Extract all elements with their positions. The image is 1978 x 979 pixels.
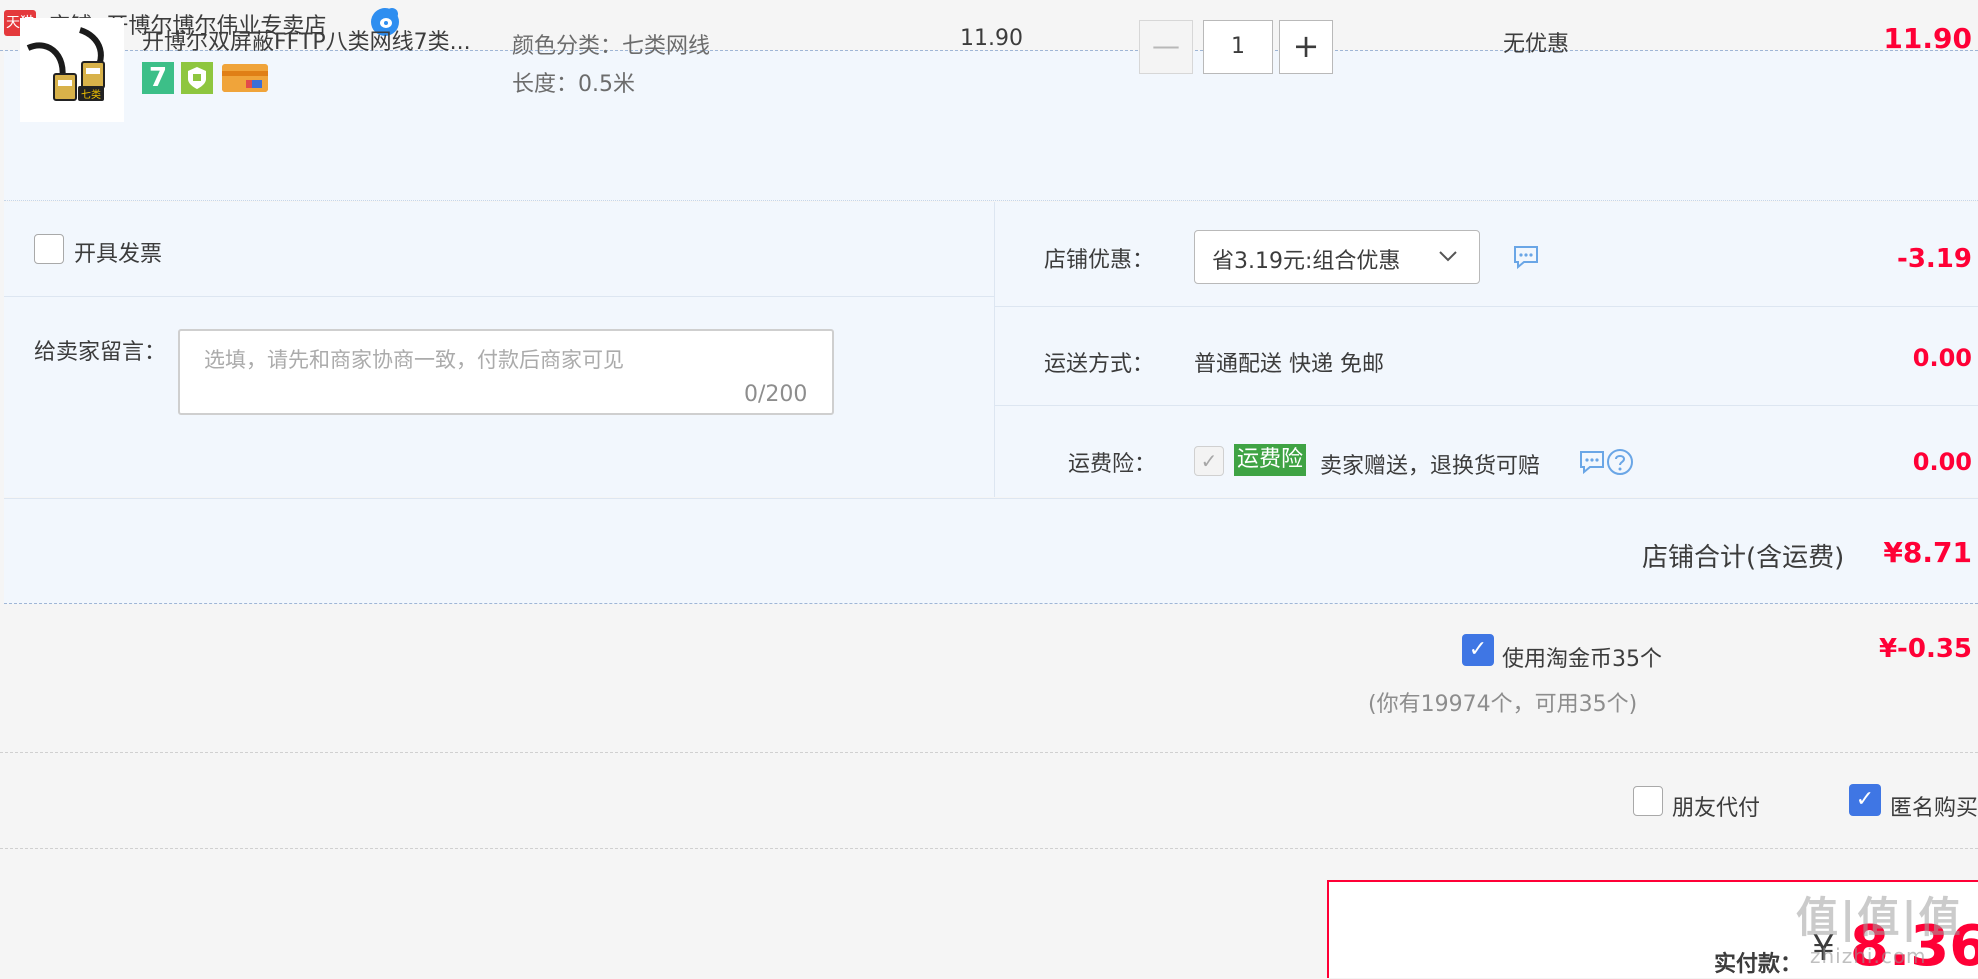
quantity-input[interactable]: 1 (1203, 20, 1273, 74)
insurance-icon (181, 62, 213, 94)
anonymous-label[interactable]: 匿名购买 (1890, 790, 1978, 822)
shop-total-amount: ¥8.71 (1883, 536, 1972, 569)
shipping-insurance-badge: 运费险 (1234, 444, 1307, 476)
watermark-url: zhizhi.com (1810, 944, 1927, 968)
message-char-count: 0/200 (744, 382, 808, 407)
divider (4, 296, 994, 297)
product-row (4, 51, 1978, 201)
invoice-checkbox[interactable] (34, 234, 64, 264)
item-promotion: 无优惠 (1503, 32, 1570, 57)
shipping-label: 运送方式： (1044, 352, 1155, 377)
anonymous-checkbox[interactable]: ✓ (1849, 784, 1881, 816)
shipping-insurance-desc: 卖家赠送，退换货可赔 (1320, 454, 1541, 479)
chat-icon[interactable] (1512, 244, 1540, 270)
quantity-decrease-button[interactable]: — (1139, 20, 1193, 74)
divider (994, 405, 1978, 406)
unit-price: 11.90 (960, 26, 1023, 51)
product-title[interactable]: 开博尔双屏蔽FFTP八类网线7类... (142, 24, 471, 56)
seven-day-return-icon: 7 (142, 62, 174, 94)
shop-coupon-label: 店铺优惠： (1044, 248, 1155, 273)
quantity-increase-button[interactable]: + (1279, 20, 1333, 74)
coins-hint: (你有19974个，可用35个) (1368, 692, 1638, 717)
shipping-method: 普通配送 快递 免邮 (1194, 352, 1384, 377)
payment-label: 实付款： (1714, 952, 1803, 977)
coins-row (0, 604, 1978, 753)
product-thumbnail[interactable] (20, 18, 124, 122)
shipping-insurance-checkbox: ✓ (1194, 446, 1224, 476)
credit-card-icon (222, 64, 268, 92)
message-label: 给卖家留言： (34, 340, 167, 365)
thumb-tag: 七类 (78, 86, 104, 101)
chevron-down-icon[interactable] (1438, 246, 1458, 266)
friend-pay-label[interactable]: 朋友代付 (1672, 790, 1760, 822)
sku-color: 颜色分类：七类网线 (512, 34, 711, 59)
shop-coupon-value[interactable]: 省3.19元:组合优惠 (1212, 243, 1400, 275)
shipping-amount: 0.00 (1912, 344, 1972, 372)
shop-coupon-amount: -3.19 (1897, 244, 1972, 274)
message-placeholder: 选填，请先和商家协商一致，付款后商家可见 (204, 348, 624, 372)
chat-icon[interactable] (1578, 449, 1606, 475)
divider (994, 306, 1978, 307)
help-icon[interactable] (1606, 448, 1634, 476)
watermark: 值|值|值 (1796, 893, 1963, 942)
sku-length: 长度：0.5米 (512, 72, 635, 97)
shop-total-label: 店铺合计(含运费) (1642, 543, 1845, 573)
coins-checkbox[interactable]: ✓ (1462, 634, 1494, 666)
friend-pay-checkbox[interactable] (1633, 786, 1663, 816)
shipping-insurance-label: 运费险： (1068, 452, 1157, 477)
shipping-insurance-amount: 0.00 (1912, 448, 1972, 476)
coins-amount: ¥-0.35 (1878, 634, 1972, 664)
item-subtotal: 11.90 (1883, 22, 1972, 55)
invoice-label[interactable]: 开具发票 (74, 236, 162, 268)
coins-label[interactable]: 使用淘金币35个 (1502, 641, 1662, 673)
